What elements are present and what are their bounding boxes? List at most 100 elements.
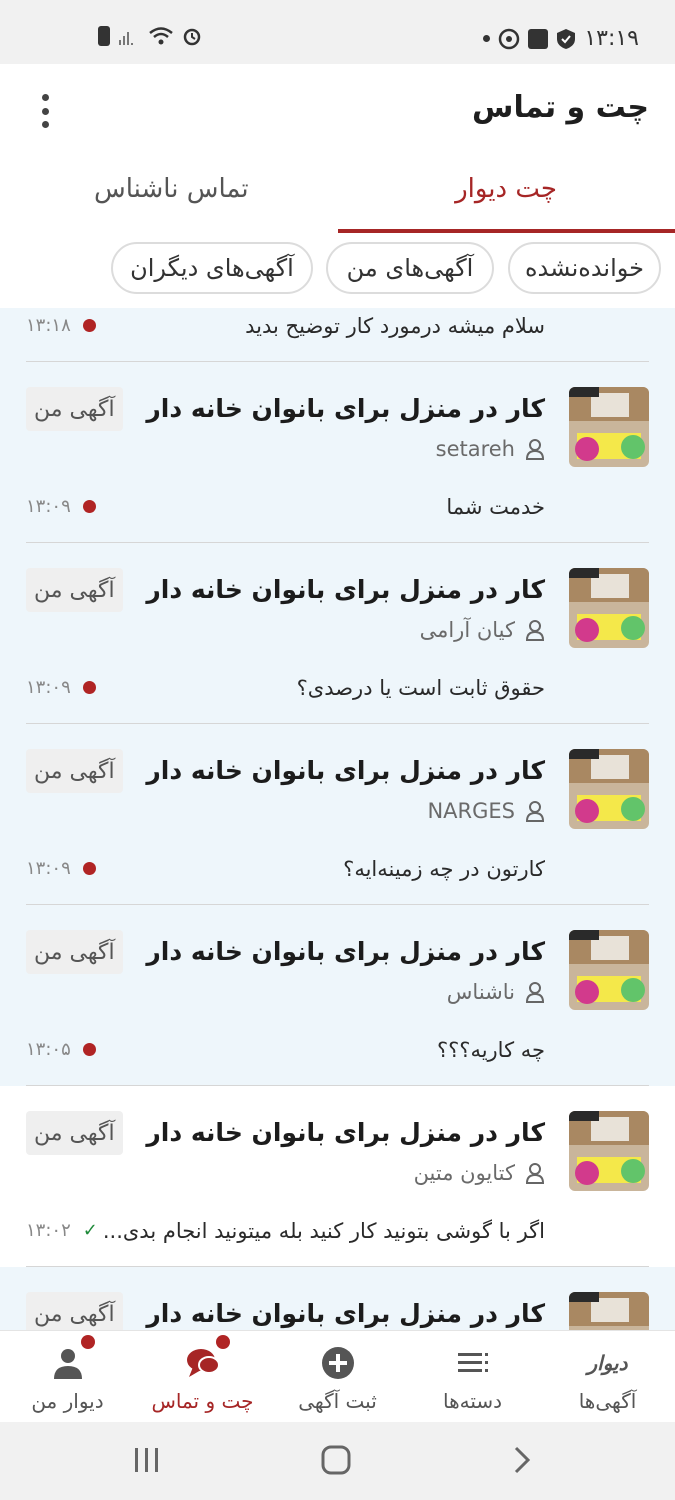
chat-ad-title: کار در منزل برای بانوان خانه دار	[146, 756, 545, 785]
person-outline-icon	[525, 982, 545, 1003]
sent-check-icon: ✓	[82, 1220, 98, 1241]
chat-user: کیان آرامی	[420, 618, 545, 642]
nav-label: آگهی‌ها	[578, 1389, 637, 1413]
tab-divar-chat[interactable]: چت دیوار	[455, 174, 557, 204]
person-outline-icon	[525, 620, 545, 641]
nav-post-ad[interactable]: ثبت آگهی	[270, 1331, 405, 1423]
chat-ad-title: کار در منزل برای بانوان خانه دار	[146, 1118, 545, 1147]
filter-chips: خوانده‌نشده آگهی‌های من آگهی‌های دیگران	[0, 234, 675, 308]
chat-row[interactable]: کار در منزل برای بانوان خانه دار NARGES …	[0, 724, 675, 905]
shield-icon	[557, 28, 576, 49]
chat-row[interactable]: کار در منزل برای بانوان خانه دار ناشناس …	[0, 905, 675, 1086]
chat-message: خدمت شما	[446, 495, 545, 519]
whatsapp-icon	[499, 28, 520, 49]
nav-label: ثبت آگهی	[298, 1389, 377, 1413]
alarm-icon	[183, 28, 201, 46]
my-ad-badge: آگهی من	[26, 568, 123, 612]
chat-meta: ۱۳:۰۹	[26, 496, 96, 517]
chip-others-ads[interactable]: آگهی‌های دیگران	[111, 242, 313, 294]
unread-dot-icon	[82, 862, 96, 875]
page-title: چت و تماس	[472, 90, 649, 125]
nav-ads[interactable]: دیوار آگهی‌ها	[540, 1331, 675, 1423]
chat-meta: ۱۳:۱۸	[26, 315, 96, 336]
chat-time: ۱۳:۰۲	[26, 1220, 71, 1241]
chat-message: کارتون در چه زمینه‌ایه؟	[343, 857, 545, 881]
ad-thumbnail	[569, 387, 649, 467]
chip-unread[interactable]: خوانده‌نشده	[508, 242, 661, 294]
nav-my-divar[interactable]: دیوار من	[0, 1331, 135, 1423]
nav-categories[interactable]: دسته‌ها	[405, 1331, 540, 1423]
list-icon	[457, 1353, 488, 1372]
divar-logo: دیوار	[587, 1351, 628, 1375]
notification-dot-icon	[216, 1335, 230, 1349]
chat-row[interactable]: کار در منزل برای بانوان خانه دار آگهی من	[0, 1267, 675, 1330]
chip-my-ads[interactable]: آگهی‌های من	[326, 242, 494, 294]
app-header: چت و تماس	[0, 64, 675, 154]
recent-apps-icon[interactable]	[132, 1444, 162, 1476]
chat-user-name: setareh	[435, 437, 515, 461]
unread-dot-icon	[82, 500, 96, 513]
chat-message: سلام میشه درمورد کار توضیح بدید	[245, 314, 545, 338]
chat-time: ۱۳:۱۸	[26, 315, 71, 336]
chat-ad-title: کار در منزل برای بانوان خانه دار	[146, 937, 545, 966]
chat-meta: ۱۳:۰۹	[26, 677, 96, 698]
my-ad-badge: آگهی من	[26, 930, 123, 974]
back-icon[interactable]	[510, 1444, 534, 1476]
chat-time: ۱۳:۰۹	[26, 858, 71, 879]
chat-row[interactable]: کار در منزل برای بانوان خانه دار setareh…	[0, 362, 675, 543]
status-icons-left	[98, 26, 202, 46]
my-ad-badge: آگهی من	[26, 387, 123, 431]
notification-dot-icon	[483, 35, 491, 42]
chat-ad-title: کار در منزل برای بانوان خانه دار	[146, 1299, 545, 1328]
ad-thumbnail	[569, 930, 649, 1010]
chat-ad-title: کار در منزل برای بانوان خانه دار	[146, 394, 545, 423]
nav-chat[interactable]: چت و تماس	[135, 1331, 270, 1423]
ad-thumbnail	[569, 568, 649, 648]
tab-bar: چت دیوار تماس ناشناس	[0, 154, 675, 234]
chat-row-partial[interactable]: سلام میشه درمورد کار توضیح بدید ۱۳:۱۸	[0, 308, 675, 362]
unread-dot-icon	[82, 319, 96, 332]
more-options-icon[interactable]	[38, 94, 52, 128]
signal-icon	[119, 32, 133, 45]
ad-thumbnail	[569, 749, 649, 829]
person-outline-icon	[525, 439, 545, 460]
battery-icon	[98, 26, 110, 46]
chat-message: حقوق ثابت است یا درصدی؟	[296, 676, 545, 700]
chat-meta: ۱۳:۰۹	[26, 858, 96, 879]
ad-thumbnail	[569, 1292, 649, 1330]
chat-meta: ۱۳:۰۵	[26, 1039, 96, 1060]
gallery-icon	[528, 28, 549, 49]
unread-dot-icon	[82, 681, 96, 694]
nav-label: دیوار من	[31, 1389, 104, 1413]
chat-user-name: کیان آرامی	[419, 618, 515, 642]
nav-label: دسته‌ها	[442, 1389, 503, 1413]
nav-label: چت و تماس	[151, 1389, 254, 1413]
person-outline-icon	[525, 801, 545, 822]
chat-meta: ۱۳:۰۲ ✓	[26, 1220, 98, 1241]
chat-time: ۱۳:۰۵	[26, 1039, 71, 1060]
home-icon[interactable]	[320, 1444, 352, 1476]
bottom-navigation: دیوار من چت و تماس ثبت آگهی دسته‌ها دیوا…	[0, 1330, 675, 1422]
notification-dot-icon	[81, 1335, 95, 1349]
status-icons-right: ۱۳:۱۹	[483, 26, 639, 51]
status-bar: ۱۳:۱۹	[0, 0, 675, 64]
plus-circle-icon	[321, 1347, 354, 1379]
chat-time: ۱۳:۰۹	[26, 677, 71, 698]
chat-time: ۱۳:۰۹	[26, 496, 71, 517]
chat-user-name: ناشناس	[446, 980, 515, 1004]
ad-thumbnail	[569, 1111, 649, 1191]
my-ad-badge: آگهی من	[26, 1292, 123, 1330]
tab-anonymous-call[interactable]: تماس ناشناس	[94, 174, 249, 204]
chat-user: setareh	[436, 437, 545, 461]
chat-row[interactable]: کار در منزل برای بانوان خانه دار کتایون …	[0, 1086, 675, 1267]
chat-row[interactable]: کار در منزل برای بانوان خانه دار کیان آر…	[0, 543, 675, 724]
wifi-icon	[149, 27, 173, 45]
chat-user: ناشناس	[447, 980, 545, 1004]
clock-text: ۱۳:۱۹	[584, 26, 639, 51]
active-tab-indicator	[338, 229, 675, 233]
person-icon	[53, 1349, 82, 1379]
chat-user: کتایون متین	[414, 1161, 545, 1185]
chat-list: سلام میشه درمورد کار توضیح بدید ۱۳:۱۸ کا…	[0, 308, 675, 1330]
chat-message: اگر با گوشی بتونید کار کنید بله میتونید …	[102, 1219, 545, 1243]
my-ad-badge: آگهی من	[26, 1111, 123, 1155]
